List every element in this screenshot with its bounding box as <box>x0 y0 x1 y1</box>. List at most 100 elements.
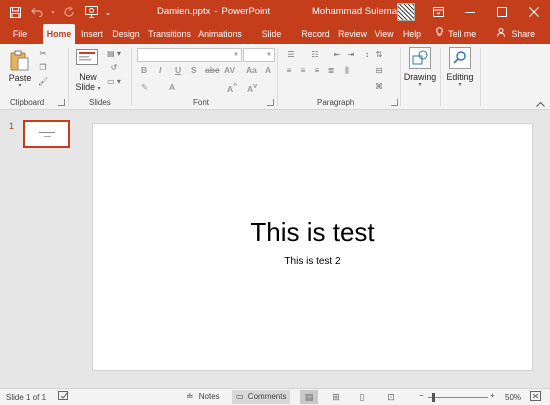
line-spacing-icon[interactable]: ↕ <box>362 50 372 59</box>
cut-icon[interactable]: ✂ <box>38 49 48 58</box>
share-button[interactable]: Share <box>496 24 536 44</box>
editing-group[interactable]: Editing ▾ <box>441 44 479 110</box>
app-name: PowerPoint <box>221 6 271 17</box>
paragraph-group: ☰ ☷ ⇤ ⇥ ↕ ≡ ≡ ≡ ≣ ⫼ ⇅ ⊟ ⌘ Paragraph <box>278 44 400 110</box>
notes-label: Notes <box>198 392 220 401</box>
comment-icon: ▭ <box>236 392 244 401</box>
zoom-slider[interactable] <box>428 397 488 398</box>
change-case-icon[interactable]: Aa <box>246 65 257 75</box>
slide-sorter-icon[interactable]: ⊞ <box>327 390 345 404</box>
ribbon-display-options-icon[interactable] <box>422 0 454 24</box>
chevron-down-icon[interactable]: ▾ <box>50 3 56 21</box>
reset-icon[interactable]: ↺ <box>106 63 122 72</box>
align-center-icon[interactable]: ≡ <box>298 66 308 75</box>
underline-icon[interactable]: U <box>175 65 181 75</box>
tab-view[interactable]: View <box>373 24 395 44</box>
clipboard-group-label: Clipboard <box>10 98 45 107</box>
increase-indent-icon[interactable]: ⇥ <box>346 50 356 59</box>
drawing-group[interactable]: Drawing ▾ <box>401 44 439 110</box>
text-direction-icon[interactable]: ⇅ <box>374 50 384 59</box>
decrease-font-icon[interactable]: Av <box>247 82 257 94</box>
align-text-icon[interactable]: ⊟ <box>374 66 384 75</box>
zoom-out-button[interactable]: − <box>419 391 424 400</box>
clipboard-launcher-icon[interactable] <box>58 99 65 106</box>
save-icon[interactable] <box>6 3 24 21</box>
slide-show-icon[interactable]: ⊡ <box>382 390 400 404</box>
font-size-dropdown[interactable]: ▼ <box>243 48 275 62</box>
justify-icon[interactable]: ≣ <box>326 66 336 75</box>
file-name: Damien.pptx <box>157 6 211 17</box>
paragraph-launcher-icon[interactable] <box>391 99 398 106</box>
shadow-icon[interactable]: S <box>191 65 197 75</box>
paragraph-group-label: Paragraph <box>317 98 355 107</box>
chevron-down-icon: ▾ <box>18 83 22 89</box>
strikethrough-icon[interactable]: abc <box>205 65 220 75</box>
slide-subtitle[interactable]: This is test 2 <box>93 256 532 267</box>
tab-transitions[interactable]: Transitions <box>148 24 191 44</box>
highlighter-icon[interactable]: ✎ <box>141 82 148 93</box>
document-title: Damien.pptx - PowerPoint <box>157 6 270 17</box>
new-slide-button[interactable]: New Slide ▾ <box>73 48 103 96</box>
tab-home[interactable]: Home <box>43 24 75 44</box>
align-left-icon[interactable]: ≡ <box>284 66 294 75</box>
numbering-icon[interactable]: ☷ <box>308 50 322 59</box>
smartart-icon[interactable]: ⌘ <box>374 82 384 91</box>
minimize-icon[interactable] <box>454 0 486 24</box>
collapse-ribbon-icon[interactable] <box>536 99 546 107</box>
close-icon[interactable] <box>518 0 550 24</box>
tell-me-label: Tell me <box>448 29 477 39</box>
notes-button[interactable]: ≐ Notes <box>186 391 220 402</box>
bold-icon[interactable]: B <box>141 65 147 75</box>
align-right-icon[interactable]: ≡ <box>312 66 322 75</box>
font-group: ▼ ▼ B I U S abc AV Aa A ✎ A A^ Av Font <box>132 44 276 110</box>
comments-button[interactable]: ▭ Comments <box>232 390 291 404</box>
maximize-icon[interactable] <box>486 0 518 24</box>
paste-button[interactable]: Paste ▾ <box>8 48 32 90</box>
zoom-slider-thumb[interactable] <box>432 393 435 402</box>
present-from-start-icon[interactable] <box>82 3 100 21</box>
bullets-icon[interactable]: ☰ <box>284 50 298 59</box>
normal-view-icon[interactable]: ▤ <box>300 390 318 404</box>
slide-title[interactable]: This is test <box>93 217 532 248</box>
tab-insert[interactable]: Insert <box>80 24 104 44</box>
slide[interactable]: This is test This is test 2 <box>92 123 533 371</box>
tab-slide-show[interactable]: Slide Show <box>250 24 293 59</box>
zoom-in-button[interactable]: + <box>490 391 495 400</box>
thumbnail-number: 1 <box>9 121 15 131</box>
tab-design[interactable]: Design <box>110 24 142 44</box>
font-launcher-icon[interactable] <box>267 99 274 106</box>
layout-icon[interactable]: ▤ ▾ <box>106 49 122 58</box>
section-icon[interactable]: ▭ ▾ <box>106 77 122 86</box>
tab-animations[interactable]: Animations <box>197 24 243 44</box>
user-name[interactable]: Mohammad Suleman <box>312 6 402 17</box>
avatar[interactable] <box>397 3 415 21</box>
font-color-icon[interactable]: A <box>169 82 175 92</box>
zoom-level[interactable]: 50% <box>505 393 521 402</box>
search-icon <box>449 47 471 71</box>
customize-qat-icon[interactable]: ⌄ <box>104 3 112 21</box>
slides-group: New Slide ▾ ▤ ▾ ↺ ▭ ▾ Slides <box>69 44 131 110</box>
tab-record[interactable]: Record <box>300 24 331 44</box>
copy-icon[interactable]: ❐ <box>38 63 48 72</box>
tell-me-search[interactable]: Tell me <box>432 24 480 44</box>
redo-icon[interactable] <box>60 3 78 21</box>
fit-to-window-icon[interactable] <box>530 391 541 403</box>
tab-review[interactable]: Review <box>337 24 368 44</box>
accessibility-icon[interactable] <box>58 391 69 403</box>
clear-formatting-icon[interactable]: A <box>265 65 271 75</box>
share-label: Share <box>511 29 535 39</box>
increase-font-icon[interactable]: A^ <box>227 82 237 94</box>
undo-icon[interactable] <box>28 3 46 21</box>
decrease-indent-icon[interactable]: ⇤ <box>332 50 342 59</box>
chevron-down-icon: ▼ <box>266 52 272 58</box>
font-name-dropdown[interactable]: ▼ <box>137 48 242 62</box>
vertical-scrollbar[interactable] <box>540 110 550 388</box>
italic-icon[interactable]: I <box>159 65 161 75</box>
columns-icon[interactable]: ⫼ <box>342 66 352 75</box>
reading-view-icon[interactable]: ▯ <box>353 390 371 404</box>
character-spacing-icon[interactable]: AV <box>224 65 235 75</box>
tab-help[interactable]: Help <box>401 24 423 44</box>
slide-thumbnail[interactable] <box>23 120 70 148</box>
format-painter-icon[interactable]: 🖌 <box>38 77 48 86</box>
tab-file[interactable]: File <box>6 24 34 44</box>
